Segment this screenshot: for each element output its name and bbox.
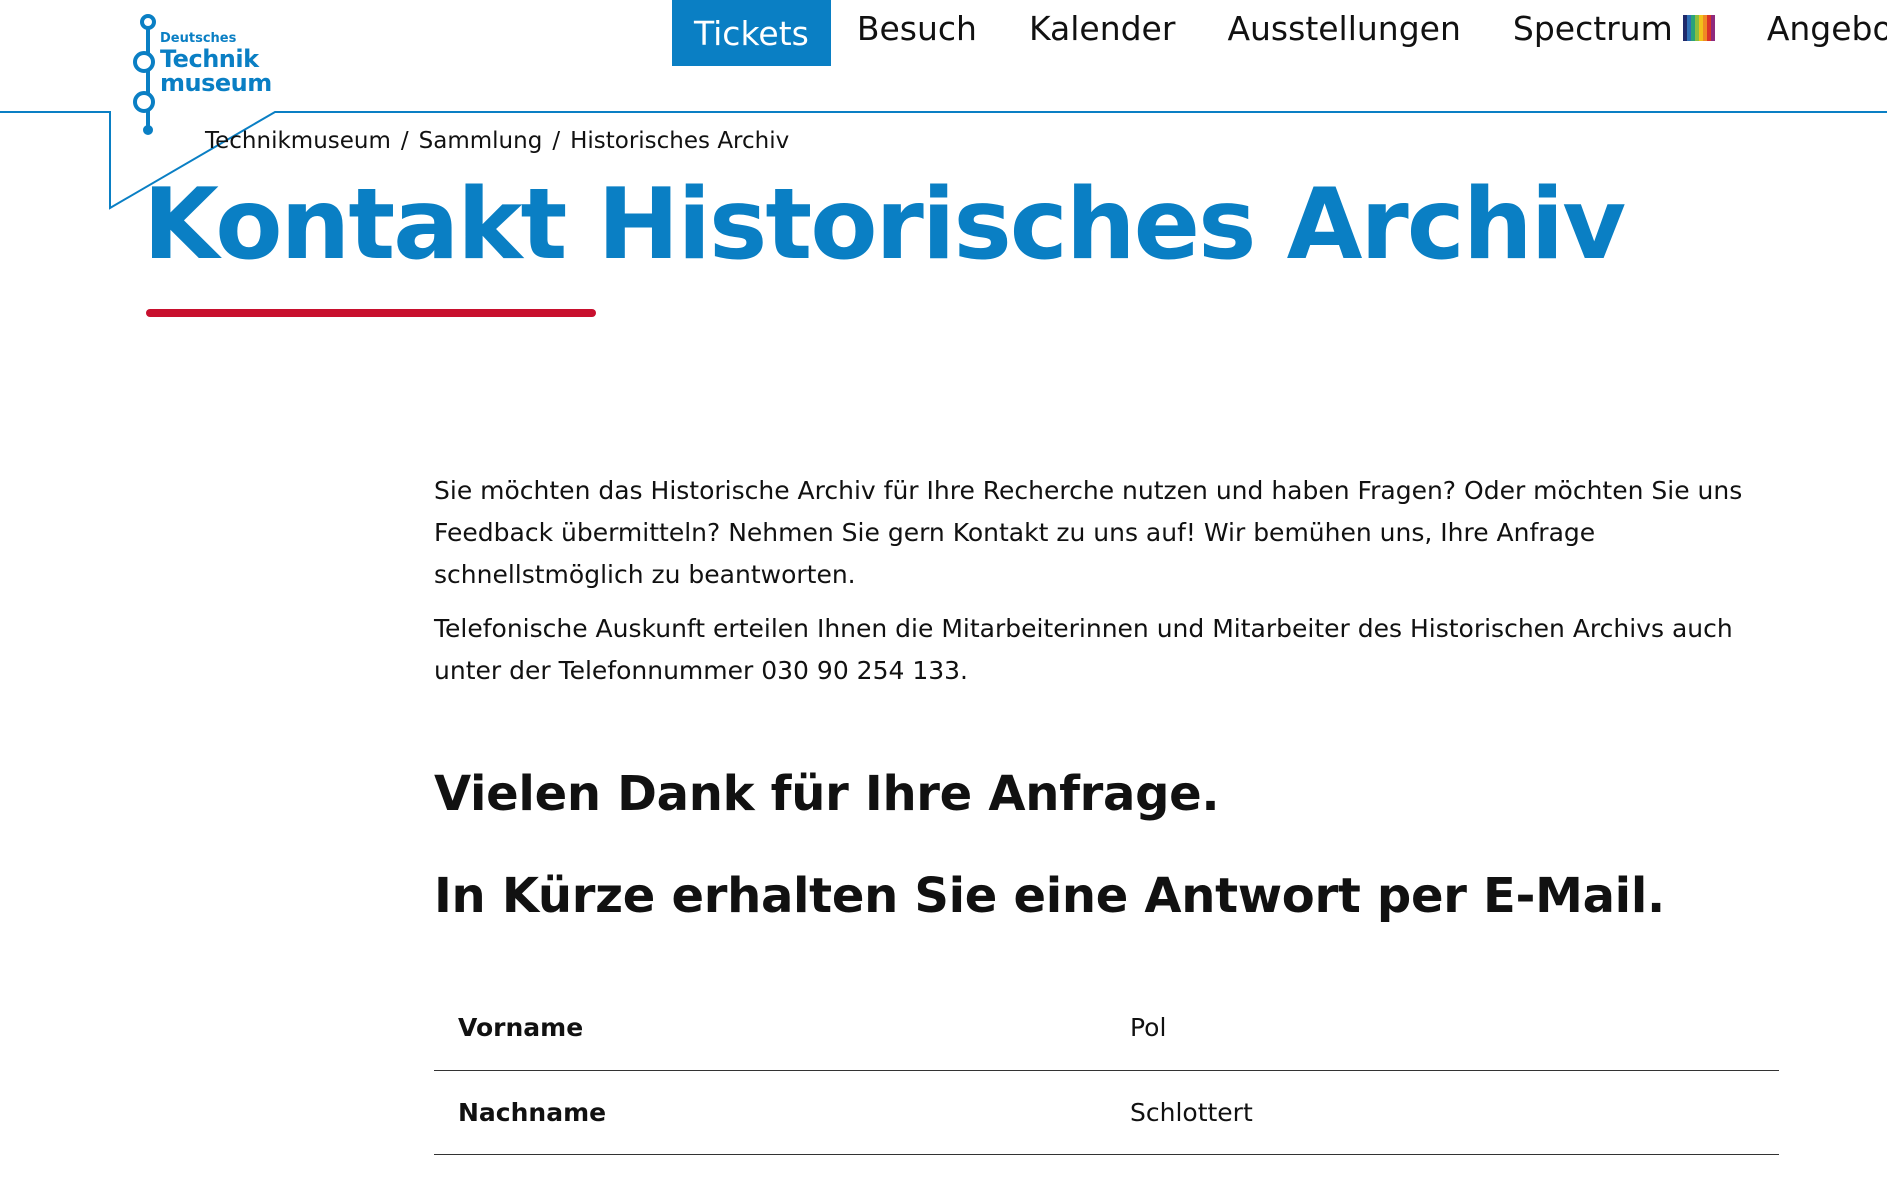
title-underline-accent — [146, 309, 596, 317]
table-row: Nachname Schlottert — [434, 1070, 1779, 1155]
museum-logo[interactable]: Deutsches Technik museum — [128, 12, 272, 137]
breadcrumb-item-sammlung[interactable]: Sammlung — [419, 128, 543, 154]
nav-item-tickets[interactable]: Tickets — [672, 0, 831, 66]
intro-paragraph-1: Sie möchten das Historische Archiv für I… — [434, 476, 1743, 589]
page-title: Kontakt Historisches Archiv — [143, 168, 1626, 282]
spectrum-color-stripe — [1710, 15, 1715, 41]
table-row: Vorname Pol — [434, 986, 1779, 1071]
logo-line-1: Deutsches — [160, 31, 237, 46]
confirmation-message: Vielen Dank für Ihre Anfrage. In Kürze e… — [434, 764, 1774, 926]
spectrum-color-bar-icon — [1682, 15, 1715, 41]
confirmation-heading-1: Vielen Dank für Ihre Anfrage. — [434, 766, 1220, 822]
nav-item-besuch[interactable]: Besuch — [831, 0, 1003, 56]
logo-line-3: museum — [160, 69, 272, 97]
logo-wordmark: Deutsches Technik museum — [160, 32, 272, 95]
breadcrumb-separator: / — [400, 128, 409, 154]
intro-paragraph-2: Telefonische Auskunft erteilen Ihnen die… — [434, 614, 1733, 685]
nav-item-angebote[interactable]: Angebote — [1741, 0, 1887, 56]
field-value-nachname: Schlottert — [1106, 1070, 1779, 1155]
nav-item-spectrum[interactable]: Spectrum — [1487, 0, 1741, 56]
breadcrumb-item-historisches-archiv[interactable]: Historisches Archiv — [570, 128, 789, 154]
field-value-vorname: Pol — [1106, 986, 1779, 1071]
field-label-nachname: Nachname — [434, 1070, 1106, 1155]
site-header: Deutsches Technik museum Tickets Besuch … — [0, 0, 1887, 210]
main-navigation: Tickets Besuch Kalender Ausstellungen Sp… — [672, 0, 1887, 66]
intro-text: Sie möchten das Historische Archiv für I… — [434, 470, 1774, 692]
breadcrumb-item-technikmuseum[interactable]: Technikmuseum — [205, 128, 391, 154]
logo-line-2: Technik — [160, 45, 259, 73]
nav-item-spectrum-label: Spectrum — [1512, 8, 1673, 48]
field-label-vorname: Vorname — [434, 986, 1106, 1071]
confirmation-heading-2: In Kürze erhalten Sie eine Antwort per E… — [434, 868, 1665, 924]
nav-item-ausstellungen[interactable]: Ausstellungen — [1201, 0, 1486, 56]
breadcrumb: Technikmuseum / Sammlung / Historisches … — [205, 128, 789, 154]
submitted-data-table: Vorname Pol Nachname Schlottert — [434, 986, 1779, 1155]
main-content: Sie möchten das Historische Archiv für I… — [434, 470, 1779, 1155]
nav-item-kalender[interactable]: Kalender — [1003, 0, 1202, 56]
breadcrumb-separator: / — [552, 128, 561, 154]
